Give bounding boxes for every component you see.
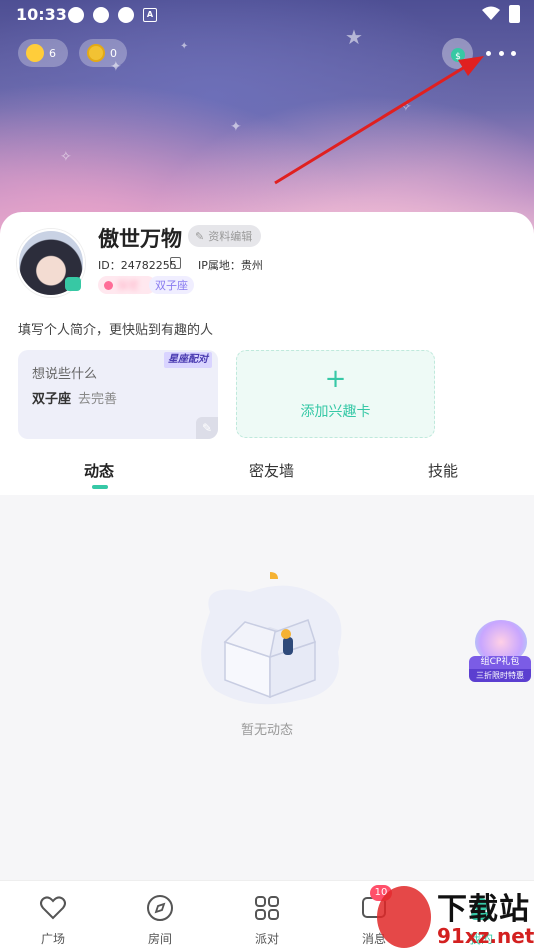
thoughts-value: 双子座 bbox=[32, 392, 72, 407]
nav-label: 派对 bbox=[254, 932, 279, 946]
nav-label: 房间 bbox=[147, 932, 172, 946]
nav-label: 广场 bbox=[40, 932, 65, 946]
gender-tag-label: 保密 bbox=[117, 279, 139, 292]
site-watermark: 下载站 91xz.net bbox=[375, 884, 534, 950]
watermark-line2: 91xz.net bbox=[437, 924, 534, 948]
edit-profile-label: 资料编辑 bbox=[208, 230, 253, 243]
empty-box-illustration bbox=[201, 572, 342, 705]
ip-location: IP属地：贵州 bbox=[198, 259, 263, 272]
party-grid-icon bbox=[255, 896, 279, 920]
nav-party[interactable]: 派对 bbox=[227, 881, 307, 947]
edit-pencil-icon[interactable]: ✎ bbox=[196, 417, 218, 439]
gender-tag: 保密 bbox=[98, 276, 156, 294]
red-arrow-annotation bbox=[274, 56, 484, 185]
nav-room[interactable]: 房间 bbox=[120, 881, 200, 947]
tab-friends-wall[interactable]: 密友墙 bbox=[249, 460, 294, 481]
pencil-icon: ✎ bbox=[195, 229, 205, 243]
thoughts-card[interactable]: 想说些什么 双子座 去完善 星座配对 ✎ bbox=[18, 350, 218, 439]
tab-skills[interactable]: 技能 bbox=[428, 460, 458, 481]
promo-line1: 组CP礼包 bbox=[469, 656, 531, 669]
heart-icon bbox=[40, 896, 66, 920]
watermark-line1: 下载站 bbox=[437, 892, 530, 927]
empty-state-text: 暂无动态 bbox=[240, 723, 293, 738]
plus-icon: + bbox=[324, 364, 347, 394]
add-interest-card[interactable]: + 添加兴趣卡 bbox=[236, 350, 435, 438]
cp-gift-promo[interactable]: 组CP礼包 三折限时特惠 bbox=[469, 620, 531, 684]
avatar-frame-badge-icon bbox=[65, 277, 81, 291]
thoughts-title: 想说些什么 bbox=[32, 367, 98, 382]
zodiac-tag: 双子座 bbox=[149, 276, 194, 294]
copy-icon[interactable] bbox=[170, 257, 181, 269]
user-id: ID：24782255 bbox=[98, 259, 177, 272]
watermark-logo-icon bbox=[377, 886, 431, 948]
thoughts-action[interactable]: 去完善 bbox=[78, 388, 117, 407]
promo-line2: 三折限时特惠 bbox=[469, 669, 531, 682]
add-interest-label: 添加兴趣卡 bbox=[300, 404, 371, 420]
bio-placeholder[interactable]: 填写个人简介，更快贴到有趣的人 bbox=[18, 319, 213, 338]
nav-square[interactable]: 广场 bbox=[13, 881, 93, 947]
edit-profile-button[interactable]: ✎ 资料编辑 bbox=[188, 225, 262, 247]
profile-name: 傲世万物 bbox=[98, 227, 182, 251]
gender-icon bbox=[104, 280, 113, 290]
tab-dynamics[interactable]: 动态 bbox=[84, 460, 114, 481]
compass-icon bbox=[147, 895, 173, 921]
active-tab-indicator bbox=[92, 485, 108, 489]
zodiac-match-tag: 星座配对 bbox=[164, 352, 212, 368]
